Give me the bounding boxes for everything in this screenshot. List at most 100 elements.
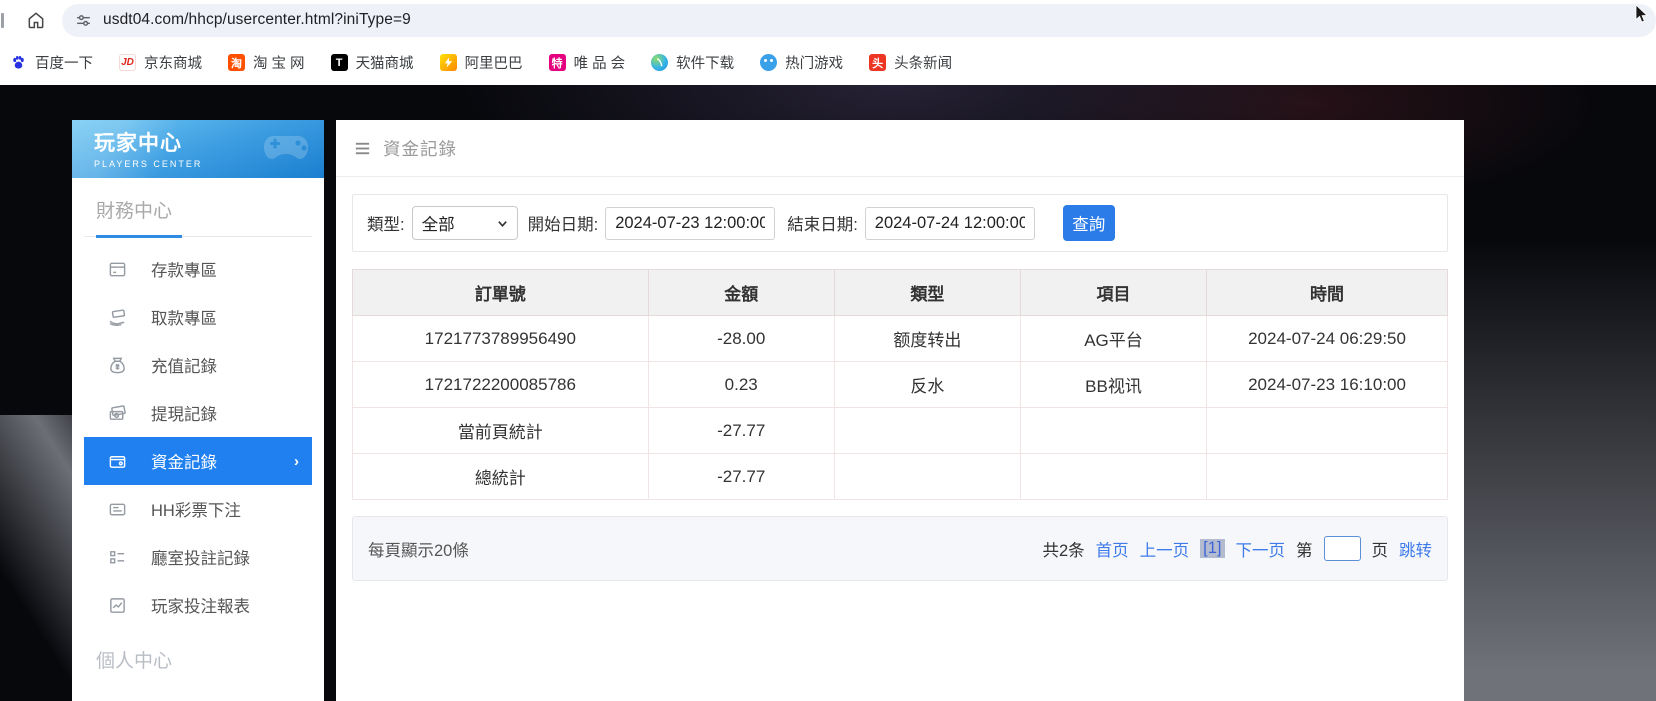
bookmark-jd[interactable]: JD 京东商城 [119,52,202,73]
sidebar-item-hh-lottery-bets[interactable]: HH彩票下注 [84,485,312,533]
page-background: 玩家中心 PLAYERS CENTER 財務中心 存款專區 [0,85,1656,701]
per-page-text: 每頁顯示20條 [368,537,469,561]
browser-toolbar: usdt04.com/hhcp/usercenter.html?iniType=… [0,0,1656,40]
sidebar-item-deposit[interactable]: 存款專區 [84,245,312,293]
software-download-icon [651,54,668,71]
start-date-label: 開始日期: [528,211,599,235]
sidebar-item-withdraw-zone[interactable]: 取款專區 [84,293,312,341]
gamepad-icon [260,128,312,168]
cell-amount: 0.23 [648,362,834,408]
alibaba-icon [440,54,457,71]
sidebar-item-withdrawal-records[interactable]: 提現記錄 [84,389,312,437]
bookmark-label: 软件下载 [676,52,734,73]
bookmark-label: 头条新闻 [894,52,952,73]
taobao-icon: 淘 [228,54,245,71]
next-page-link[interactable]: 下一页 [1236,537,1286,561]
cell-amount: -28.00 [648,316,834,362]
bookmark-taobao[interactable]: 淘 淘 宝 网 [228,52,305,73]
sidebar-item-label: 存款專區 [151,257,217,281]
bookmark-baidu[interactable]: 百度一下 [10,52,93,73]
prev-page-link[interactable]: 上一页 [1140,537,1190,561]
tmall-icon: T [331,54,348,71]
page-title: 資金記錄 [383,136,457,161]
cell-amount: -27.77 [648,454,834,500]
table-row-page-total: 當前頁統計 -27.77 [353,408,1448,454]
bookmark-label: 京东商城 [144,52,202,73]
bookmark-games[interactable]: 热门游戏 [760,52,843,73]
pagination-controls: 共2条 首页 上一页 [1] 下一页 第 页 跳转 [1042,536,1432,561]
type-select[interactable]: 全部 [412,206,518,240]
home-button[interactable] [26,10,46,30]
table-row: 1721722200085786 0.23 反水 BB视讯 2024-07-23… [353,362,1448,408]
report-chart-icon [108,596,127,615]
ticket-list-icon [108,500,127,519]
bookmark-label: 淘 宝 网 [253,52,305,73]
end-date-input[interactable] [865,207,1035,240]
bookmark-toutiao[interactable]: 头 头条新闻 [869,52,952,73]
bookmark-label: 阿里巴巴 [465,52,523,73]
toutiao-icon: 头 [869,54,886,71]
cell-label: 當前頁統計 [353,408,649,454]
jump-prefix-text: 第 [1296,537,1313,561]
mouse-cursor [1635,5,1650,23]
url-text: usdt04.com/hhcp/usercenter.html?iniType=… [103,11,411,29]
bookmark-vip[interactable]: 特 唯 品 会 [549,52,626,73]
sidebar-item-label: 玩家投注報表 [151,593,250,617]
bookmark-software[interactable]: 软件下载 [651,52,734,73]
col-amount: 金額 [648,270,834,316]
funds-table: 訂單號 金額 類型 項目 時間 1721773789956490 -28.00 … [352,269,1448,500]
finance-section: 財務中心 [72,178,324,237]
bookmark-label: 天猫商城 [356,52,414,73]
total-count-text: 共2条 [1042,537,1084,561]
url-bar[interactable]: usdt04.com/hhcp/usercenter.html?iniType=… [62,4,1656,37]
type-label: 類型: [367,211,405,235]
bookmark-alibaba[interactable]: 阿里巴巴 [440,52,523,73]
hamburger-menu-icon[interactable] [353,139,372,158]
jump-go-link[interactable]: 跳转 [1399,537,1432,561]
sidebar-item-hall-bet-records[interactable]: 廳室投註記錄 [84,533,312,581]
chevron-right-icon: › [294,453,299,470]
site-controls-icon [75,12,92,29]
sidebar-item-funds-records[interactable]: 資金記錄 › [84,437,312,485]
sidebar-item-label: HH彩票下注 [151,497,241,521]
cell-project: BB视讯 [1020,362,1206,408]
sidebar-item-label: 廳室投註記錄 [151,545,250,569]
search-button[interactable]: 查詢 [1063,205,1115,241]
main-header: 資金記錄 [336,120,1464,177]
cell-label: 總統計 [353,454,649,500]
current-page-indicator: [1] [1200,539,1224,558]
banknotes-icon [108,404,127,423]
toolbar-edge-fragment-icon [1,13,4,28]
sidebar-item-player-bet-report[interactable]: 玩家投注報表 [84,581,312,629]
wallet-icon [108,452,127,471]
table-row: 1721773789956490 -28.00 额度转出 AG平台 2024-0… [353,316,1448,362]
first-page-link[interactable]: 首页 [1096,537,1129,561]
chevron-down-icon [497,218,508,229]
col-time: 時間 [1207,270,1448,316]
cell-type: 反水 [834,362,1020,408]
sidebar-item-label: 資金記錄 [151,449,217,473]
main-panel: 資金記錄 類型: 全部 開始日期: 結束日期: 查詢 訂單號 金額 類型 項目 [336,120,1464,701]
sidebar-menu: 存款專區 取款專區 充值記錄 提現記錄 [72,245,324,629]
cell-order-no: 1721773789956490 [353,316,649,362]
list-squares-icon [108,548,127,567]
table-header-row: 訂單號 金額 類型 項目 時間 [353,270,1448,316]
bookmarks-bar: 百度一下 JD 京东商城 淘 淘 宝 网 T 天猫商城 阿里巴巴 特 唯 品 会… [0,40,1656,85]
sidebar-item-recharge-records[interactable]: 充值記錄 [84,341,312,389]
finance-section-label: 財務中心 [84,196,312,237]
jump-page-input[interactable] [1324,536,1361,561]
bookmark-label: 百度一下 [35,52,93,73]
sidebar: 玩家中心 PLAYERS CENTER 財務中心 存款專區 [72,120,324,701]
cell-time: 2024-07-23 16:10:00 [1207,362,1448,408]
bookmark-label: 热门游戏 [785,52,843,73]
filter-bar: 類型: 全部 開始日期: 結束日期: 查詢 [352,194,1448,252]
start-date-input[interactable] [605,207,775,240]
sidebar-item-label: 充值記錄 [151,353,217,377]
bookmark-tmall[interactable]: T 天猫商城 [331,52,414,73]
jump-suffix-text: 页 [1372,537,1389,561]
col-type: 類型 [834,270,1020,316]
table-row-grand-total: 總統計 -27.77 [353,454,1448,500]
bookmark-label: 唯 品 会 [574,52,626,73]
type-select-value: 全部 [422,211,455,235]
col-order-no: 訂單號 [353,270,649,316]
